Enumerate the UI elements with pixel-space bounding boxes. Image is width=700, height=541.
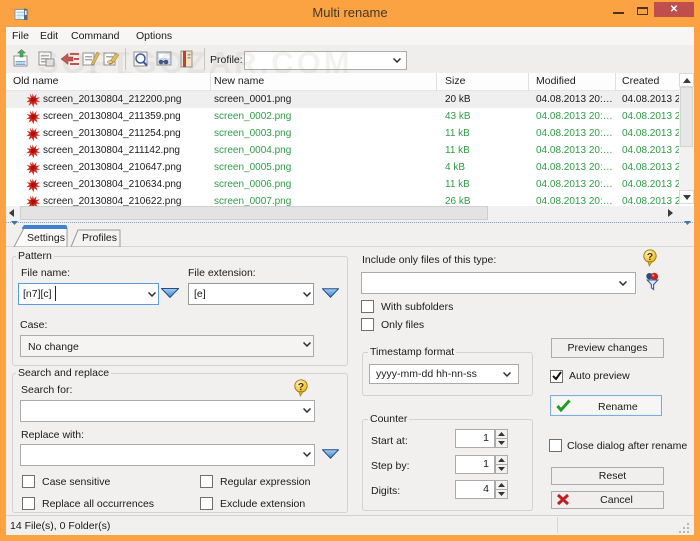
svg-text:?: ?	[298, 381, 304, 393]
svg-text:?: ?	[647, 251, 653, 263]
